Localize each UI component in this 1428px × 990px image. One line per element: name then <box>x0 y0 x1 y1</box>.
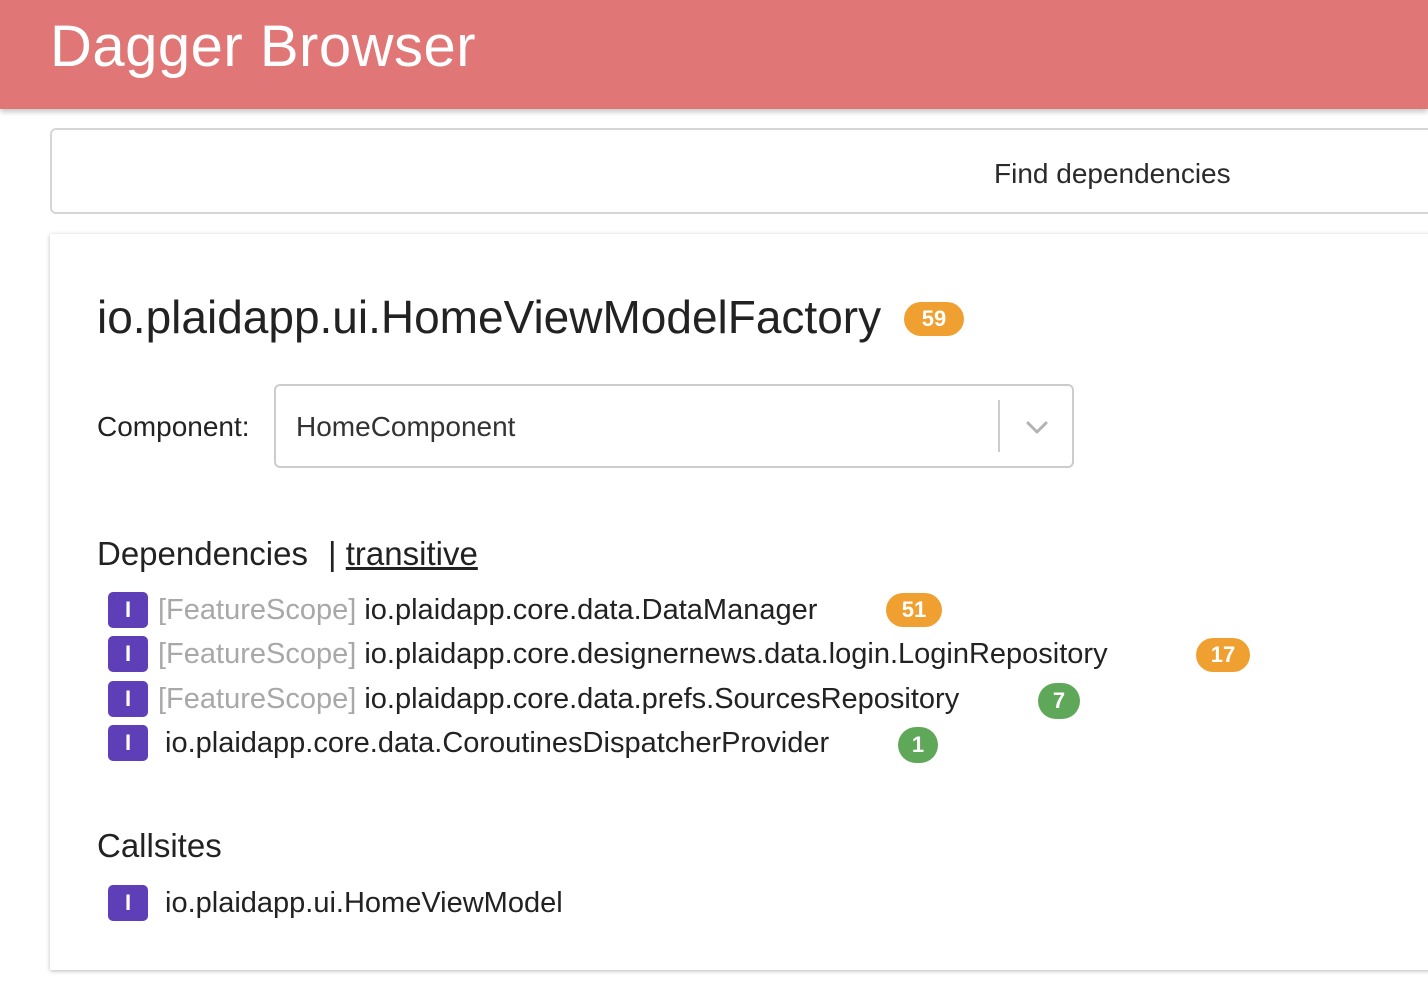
dependency-count-badge: 17 <box>1196 638 1250 672</box>
dependency-count-badge: 7 <box>1038 683 1080 719</box>
component-select[interactable]: HomeComponent <box>274 384 1074 468</box>
dependency-name[interactable]: io.plaidapp.core.data.CoroutinesDispatch… <box>165 727 829 759</box>
heading-separator: | <box>328 535 337 572</box>
component-label: Component: <box>97 411 250 442</box>
dependency-text: io.plaidapp.core.data.CoroutinesDispatch… <box>165 723 829 763</box>
binding-card: io.plaidapp.ui.HomeViewModelFactory 59 C… <box>50 234 1428 970</box>
component-select-value: HomeComponent <box>296 411 516 442</box>
chevron-down-icon[interactable] <box>1024 414 1050 440</box>
dependencies-heading: Dependencies | transitive <box>97 534 478 574</box>
dependency-count-badge: 1 <box>898 727 938 763</box>
app-title: Dagger Browser <box>50 14 477 79</box>
injectable-kind-badge: I <box>108 725 148 761</box>
dependency-text: [FeatureScope] io.plaidapp.core.data.Dat… <box>158 590 817 630</box>
injectable-kind-badge: I <box>108 885 148 921</box>
dependency-text: [FeatureScope] io.plaidapp.core.data.pre… <box>158 679 959 719</box>
dependency-text: [FeatureScope] io.plaidapp.core.designer… <box>158 634 1108 674</box>
dependency-name[interactable]: io.plaidapp.core.data.prefs.SourcesRepos… <box>364 683 959 715</box>
binding-count-badge: 59 <box>904 302 964 336</box>
binding-title: io.plaidapp.ui.HomeViewModelFactory <box>97 291 882 343</box>
callsite-name[interactable]: io.plaidapp.ui.HomeViewModel <box>165 883 563 923</box>
dependency-name[interactable]: io.plaidapp.core.designernews.data.login… <box>364 638 1107 670</box>
find-dependencies-bar[interactable]: Find dependencies <box>50 128 1428 214</box>
dependency-count-badge: 51 <box>886 593 942 627</box>
callsites-heading: Callsites <box>97 827 222 864</box>
scope-label: [FeatureScope] <box>158 683 357 715</box>
app-header: Dagger Browser <box>0 0 1428 109</box>
dependencies-heading-label: Dependencies <box>97 535 308 572</box>
injectable-kind-badge: I <box>108 636 148 672</box>
transitive-link[interactable]: transitive <box>346 535 478 572</box>
scope-label: [FeatureScope] <box>158 594 357 626</box>
find-dependencies-label: Find dependencies <box>994 158 1231 189</box>
dependency-name[interactable]: io.plaidapp.core.data.DataManager <box>364 594 817 626</box>
injectable-kind-badge: I <box>108 681 148 717</box>
scope-label: [FeatureScope] <box>158 638 357 670</box>
injectable-kind-badge: I <box>108 592 148 628</box>
select-divider <box>998 400 1000 452</box>
